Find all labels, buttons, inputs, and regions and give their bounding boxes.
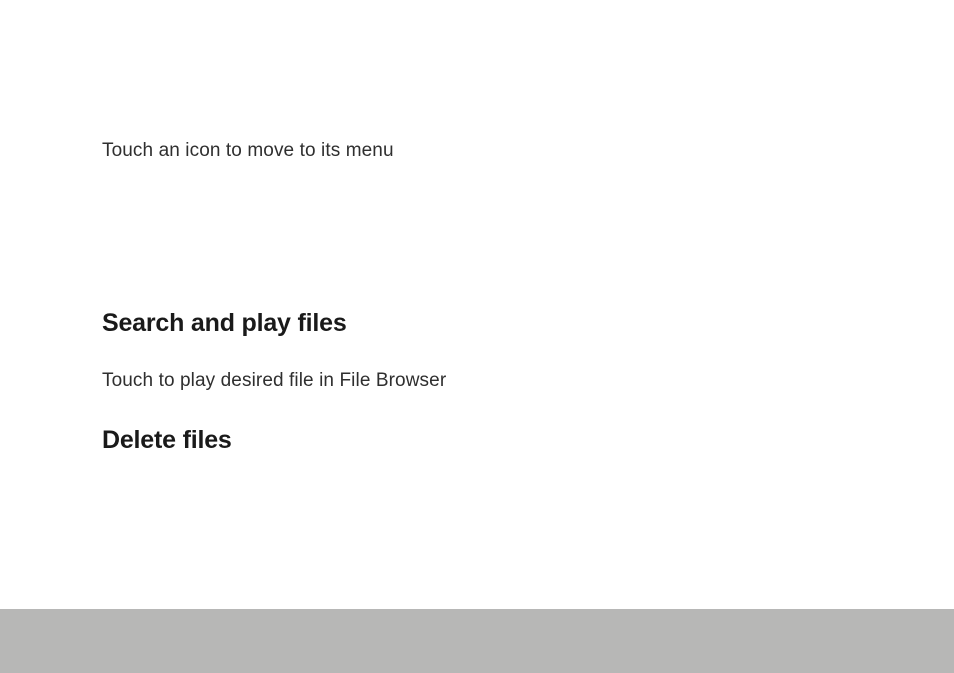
body-search-and-play: Touch to play desired file in File Brows… — [102, 370, 954, 392]
document-content: Touch an icon to move to its menu Search… — [0, 0, 954, 455]
heading-search-and-play: Search and play files — [102, 309, 954, 338]
footer-band — [0, 609, 954, 673]
intro-instruction: Touch an icon to move to its menu — [102, 140, 954, 162]
heading-delete-files: Delete files — [102, 426, 954, 455]
